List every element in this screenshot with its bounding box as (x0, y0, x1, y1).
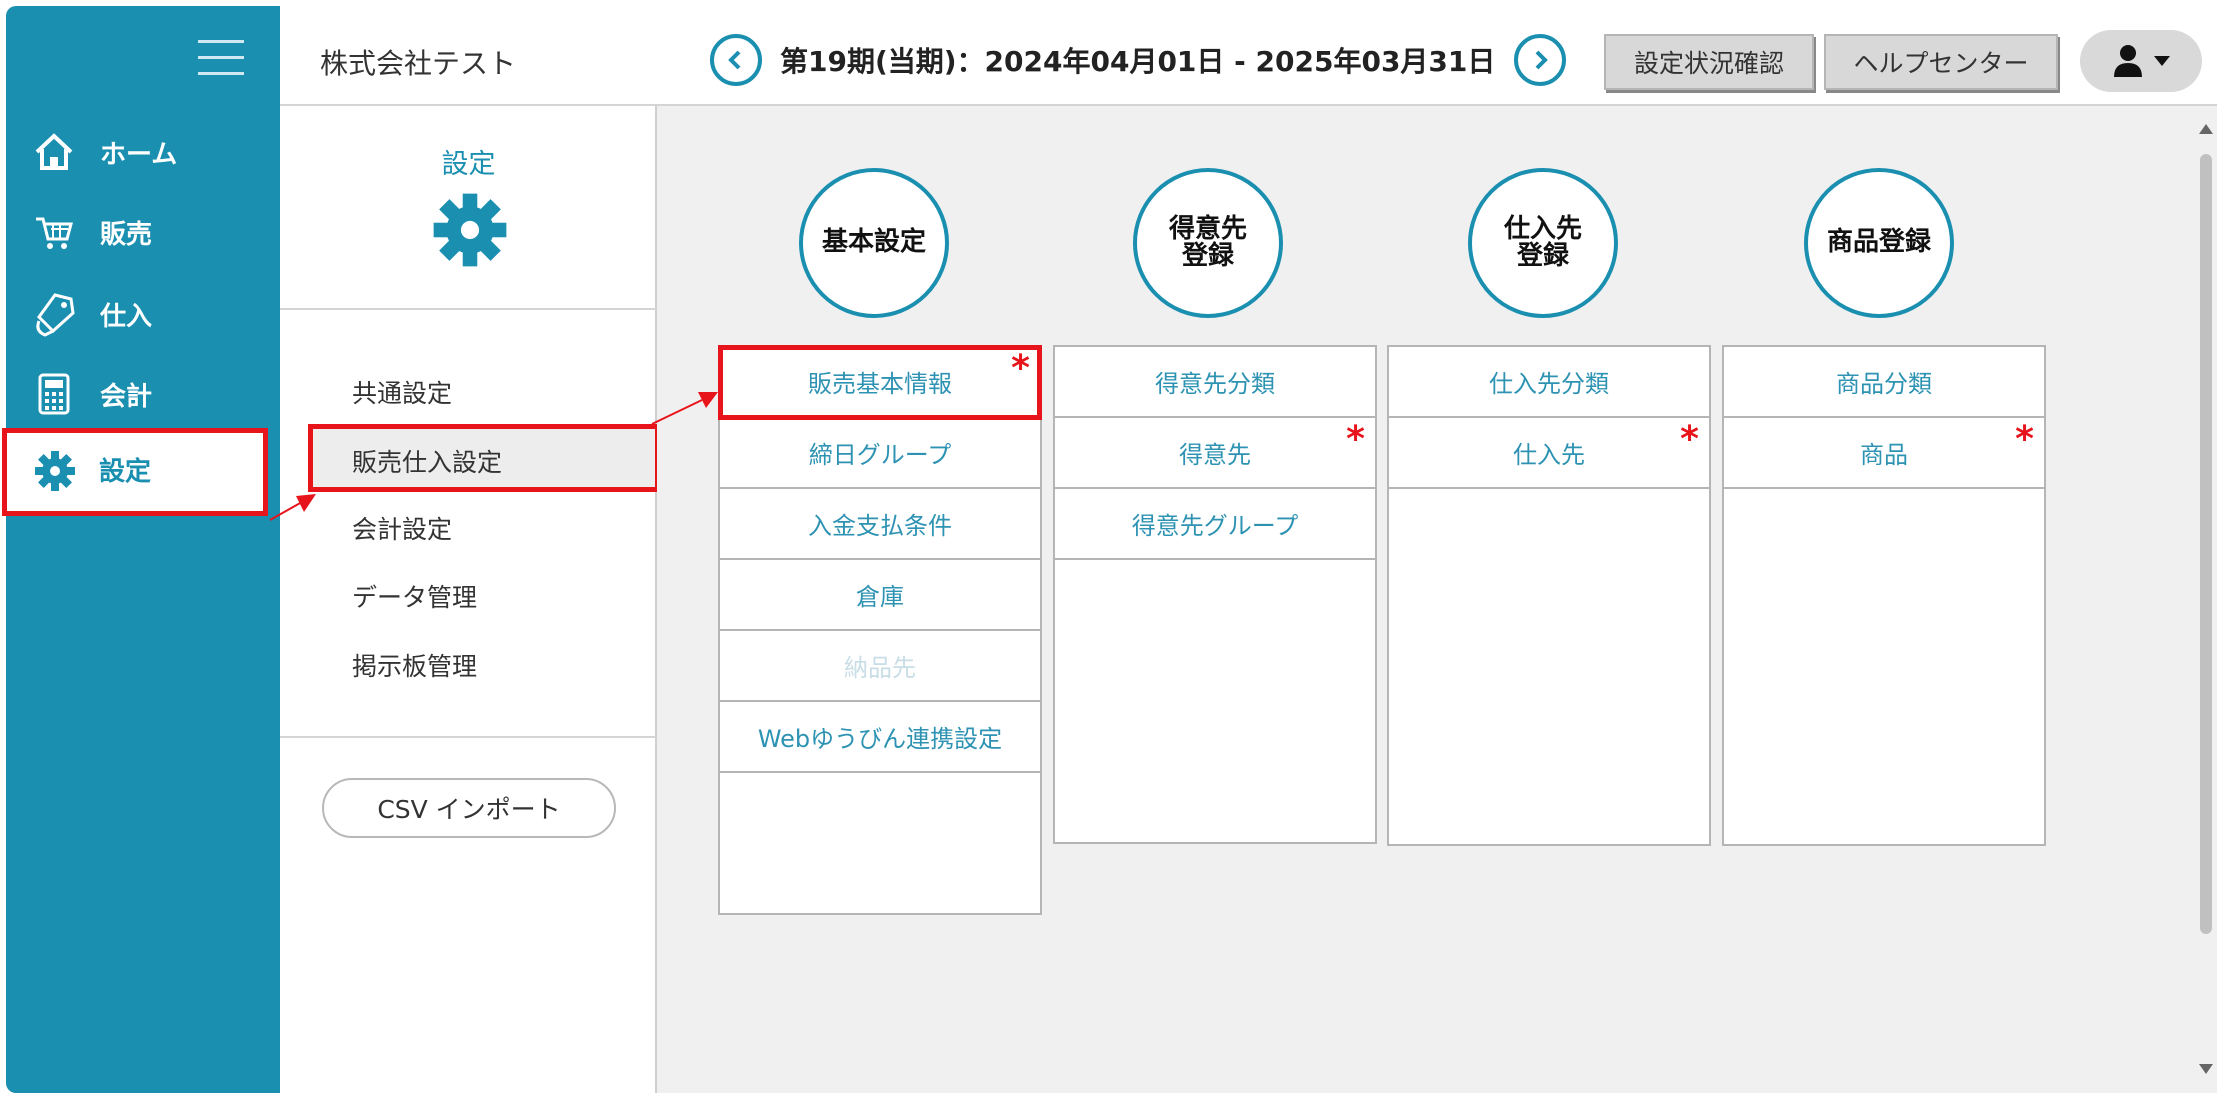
submenu-title: 設定 (441, 149, 496, 180)
required-mark: * (1346, 419, 1365, 460)
submenu-item-sales-purchase[interactable]: 販売仕入設定 (308, 424, 660, 492)
scroll-up-arrow-icon[interactable] (2199, 124, 2213, 134)
help-center-button[interactable]: ヘルプセンター (1824, 34, 2058, 90)
list-item-warehouse[interactable]: 倉庫 (720, 560, 1040, 631)
user-menu-button[interactable] (2080, 30, 2202, 92)
submenu-item-board[interactable]: 掲示板管理 (352, 647, 477, 683)
scroll-thumb[interactable] (2200, 154, 2212, 934)
list-item-closing-group[interactable]: 締日グループ (720, 418, 1040, 489)
next-period-button[interactable] (1514, 34, 1566, 86)
scroll-down-arrow-icon[interactable] (2199, 1064, 2213, 1074)
sidebar-item-label: 会計 (100, 381, 153, 412)
sidebar-item-label: ホーム (100, 139, 178, 170)
sidebar-item-label: 販売 (100, 219, 153, 250)
csv-import-button[interactable]: CSV インポート (322, 778, 616, 838)
company-name: 株式会社テスト (320, 47, 517, 80)
gear-icon (33, 449, 77, 493)
sidebar-item-label: 設定 (99, 457, 152, 487)
list-item-supplier[interactable]: 仕入先 * (1389, 418, 1709, 489)
category-supplier-registration: 仕入先 登録 (1468, 168, 1618, 318)
submenu-item-label: 販売仕入設定 (352, 448, 503, 477)
list-empty-space (720, 773, 1040, 913)
vertical-scrollbar[interactable] (2195, 106, 2217, 1093)
sidebar-item-home[interactable]: ホーム (6, 120, 280, 184)
list-item-sales-basic-info[interactable]: 販売基本情報 * (718, 345, 1042, 420)
list-item-customer-category[interactable]: 得意先分類 (1055, 347, 1375, 418)
settings-grid: 基本設定 販売基本情報 * 締日グループ 入金支払条件 倉庫 納品先 Webゆうび… (657, 106, 2195, 1093)
chevron-left-icon (728, 50, 741, 70)
list-item-customer[interactable]: 得意先 * (1055, 418, 1375, 489)
sidebar-item-settings[interactable]: 設定 (2, 428, 268, 516)
sidebar-item-accounting[interactable]: 会計 (6, 362, 280, 426)
list-item-product-category[interactable]: 商品分類 (1724, 347, 2044, 418)
user-icon (2114, 45, 2142, 77)
settings-submenu: 設定 共通設定 販売仕入設定 会計設定 データ管理 掲示板管理 CSV インポー… (280, 106, 660, 1093)
required-mark: * (2015, 419, 2034, 460)
chevron-right-icon (1535, 50, 1548, 70)
basic-settings-list: 販売基本情報 * 締日グループ 入金支払条件 倉庫 納品先 Webゆうびん連携設定 (718, 345, 1042, 915)
fiscal-period: 第19期(当期)：2024年04月01日 - 2025年03月31日 (780, 45, 1496, 78)
list-empty-space (1389, 489, 1709, 844)
submenu-item-accounting[interactable]: 会計設定 (352, 510, 452, 546)
home-icon (32, 130, 76, 174)
submenu-item-common[interactable]: 共通設定 (352, 374, 452, 410)
list-empty-space (1724, 489, 2044, 844)
divider (280, 736, 657, 738)
customer-list: 得意先分類 得意先 * 得意先グループ (1053, 345, 1377, 844)
settings-status-button[interactable]: 設定状況確認 (1604, 34, 1814, 90)
category-customer-registration: 得意先 登録 (1133, 168, 1283, 318)
submenu-item-data[interactable]: データ管理 (352, 578, 477, 614)
cart-icon (32, 210, 76, 254)
category-product-registration: 商品登録 (1804, 168, 1954, 318)
list-empty-space (1055, 560, 1375, 842)
list-item-payment-terms[interactable]: 入金支払条件 (720, 489, 1040, 560)
sidebar-item-label: 仕入 (100, 301, 153, 332)
required-mark: * (1011, 348, 1030, 389)
caret-down-icon (2154, 56, 2170, 66)
product-list: 商品分類 商品 * (1722, 345, 2046, 846)
list-item-customer-group[interactable]: 得意先グループ (1055, 489, 1375, 560)
list-item-supplier-category[interactable]: 仕入先分類 (1389, 347, 1709, 418)
list-item-product[interactable]: 商品 * (1724, 418, 2044, 489)
supplier-list: 仕入先分類 仕入先 * (1387, 345, 1711, 846)
required-mark: * (1680, 419, 1699, 460)
previous-period-button[interactable] (710, 34, 762, 86)
sidebar-item-purchase[interactable]: 仕入 (6, 282, 280, 346)
divider (280, 308, 657, 310)
header: 株式会社テスト 第19期(当期)：2024年04月01日 - 2025年03月3… (280, 6, 2217, 106)
category-basic-settings: 基本設定 (799, 168, 949, 318)
purchase-tag-icon (32, 292, 76, 337)
sidebar-item-sales[interactable]: 販売 (6, 200, 280, 264)
sidebar: ホーム 販売 仕入 会計 (6, 6, 280, 1093)
calculator-icon (32, 372, 76, 416)
list-item-web-yubin-settings[interactable]: Webゆうびん連携設定 (720, 702, 1040, 773)
list-item-delivery-destination: 納品先 (720, 631, 1040, 702)
hamburger-icon[interactable] (198, 40, 244, 76)
gear-icon (430, 190, 510, 270)
